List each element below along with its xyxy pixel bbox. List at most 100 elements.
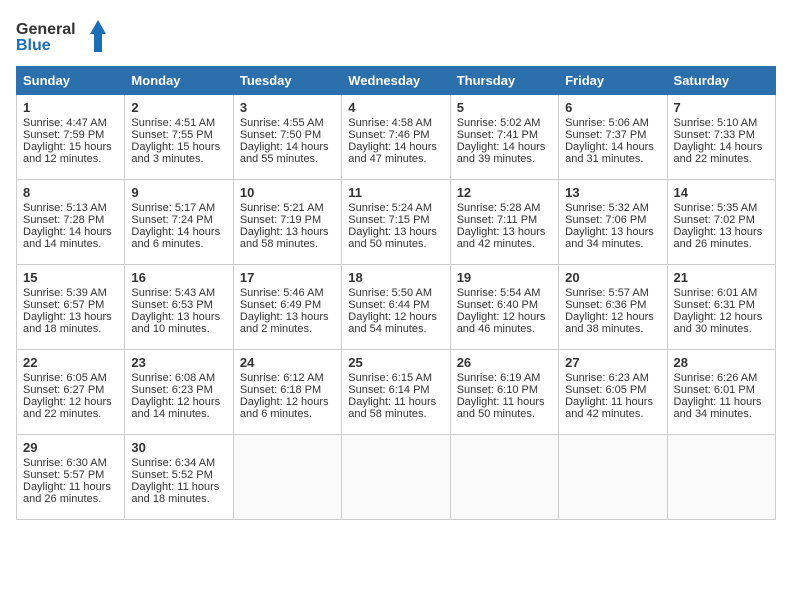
day-info: Sunset: 7:02 PM [674,214,769,226]
calendar-cell: 17Sunrise: 5:46 AMSunset: 6:49 PMDayligh… [233,265,341,350]
day-info: and 18 minutes. [131,493,226,505]
calendar-cell: 22Sunrise: 6:05 AMSunset: 6:27 PMDayligh… [17,350,125,435]
day-number: 22 [23,355,118,370]
day-number: 8 [23,185,118,200]
day-number: 1 [23,100,118,115]
day-info: Sunrise: 5:13 AM [23,202,118,214]
day-info: Sunrise: 5:54 AM [457,287,552,299]
day-info: Sunset: 7:41 PM [457,129,552,141]
day-number: 12 [457,185,552,200]
day-info: Sunrise: 4:55 AM [240,117,335,129]
day-number: 18 [348,270,443,285]
day-info: and 50 minutes. [348,238,443,250]
day-number: 5 [457,100,552,115]
day-info: Sunset: 7:19 PM [240,214,335,226]
day-info: Sunset: 6:57 PM [23,299,118,311]
day-info: Daylight: 15 hours [131,141,226,153]
day-info: Sunset: 6:53 PM [131,299,226,311]
day-info: Sunrise: 6:08 AM [131,372,226,384]
logo-icon: General Blue [16,16,106,56]
day-number: 25 [348,355,443,370]
day-info: Daylight: 12 hours [457,311,552,323]
day-number: 2 [131,100,226,115]
day-info: and 18 minutes. [23,323,118,335]
day-info: and 14 minutes. [23,238,118,250]
day-info: Sunrise: 6:12 AM [240,372,335,384]
day-info: Sunset: 7:11 PM [457,214,552,226]
day-info: Sunset: 7:28 PM [23,214,118,226]
calendar-cell: 21Sunrise: 6:01 AMSunset: 6:31 PMDayligh… [667,265,775,350]
day-number: 24 [240,355,335,370]
day-info: Daylight: 13 hours [240,226,335,238]
day-info: and 10 minutes. [131,323,226,335]
day-info: Daylight: 14 hours [348,141,443,153]
header-thursday: Thursday [450,67,558,95]
day-info: and 14 minutes. [131,408,226,420]
calendar-cell: 14Sunrise: 5:35 AMSunset: 7:02 PMDayligh… [667,180,775,265]
day-info: and 38 minutes. [565,323,660,335]
day-info: and 26 minutes. [674,238,769,250]
calendar-cell: 2Sunrise: 4:51 AMSunset: 7:55 PMDaylight… [125,95,233,180]
day-info: Daylight: 11 hours [674,396,769,408]
day-info: Daylight: 14 hours [674,141,769,153]
calendar-cell: 7Sunrise: 5:10 AMSunset: 7:33 PMDaylight… [667,95,775,180]
day-number: 13 [565,185,660,200]
calendar-cell [342,435,450,520]
svg-text:Blue: Blue [16,37,51,54]
calendar-cell: 3Sunrise: 4:55 AMSunset: 7:50 PMDaylight… [233,95,341,180]
day-info: Sunset: 6:31 PM [674,299,769,311]
day-info: Sunrise: 6:01 AM [674,287,769,299]
day-info: Sunrise: 6:30 AM [23,457,118,469]
day-info: Sunrise: 6:05 AM [23,372,118,384]
day-info: Sunrise: 6:23 AM [565,372,660,384]
day-info: and 26 minutes. [23,493,118,505]
calendar-cell: 20Sunrise: 5:57 AMSunset: 6:36 PMDayligh… [559,265,667,350]
day-number: 17 [240,270,335,285]
calendar-cell: 1Sunrise: 4:47 AMSunset: 7:59 PMDaylight… [17,95,125,180]
day-info: Sunset: 7:24 PM [131,214,226,226]
calendar-cell [233,435,341,520]
day-info: Sunset: 6:36 PM [565,299,660,311]
day-info: Sunrise: 6:26 AM [674,372,769,384]
day-number: 29 [23,440,118,455]
calendar-cell: 5Sunrise: 5:02 AMSunset: 7:41 PMDaylight… [450,95,558,180]
day-number: 27 [565,355,660,370]
day-info: and 22 minutes. [674,153,769,165]
day-info: and 47 minutes. [348,153,443,165]
day-info: Sunset: 7:37 PM [565,129,660,141]
day-info: Daylight: 13 hours [348,226,443,238]
day-info: and 12 minutes. [23,153,118,165]
day-info: Daylight: 11 hours [23,481,118,493]
day-number: 26 [457,355,552,370]
day-number: 20 [565,270,660,285]
calendar-cell: 13Sunrise: 5:32 AMSunset: 7:06 PMDayligh… [559,180,667,265]
day-info: Sunset: 6:44 PM [348,299,443,311]
day-number: 14 [674,185,769,200]
calendar-cell: 6Sunrise: 5:06 AMSunset: 7:37 PMDaylight… [559,95,667,180]
day-info: Daylight: 14 hours [240,141,335,153]
calendar-header-row: SundayMondayTuesdayWednesdayThursdayFrid… [17,67,776,95]
day-info: Daylight: 14 hours [457,141,552,153]
day-info: and 42 minutes. [565,408,660,420]
day-info: and 46 minutes. [457,323,552,335]
calendar-cell: 25Sunrise: 6:15 AMSunset: 6:14 PMDayligh… [342,350,450,435]
day-info: and 50 minutes. [457,408,552,420]
calendar-cell [450,435,558,520]
week-row-1: 1Sunrise: 4:47 AMSunset: 7:59 PMDaylight… [17,95,776,180]
day-info: and 34 minutes. [674,408,769,420]
day-info: Daylight: 13 hours [565,226,660,238]
day-info: Sunset: 7:06 PM [565,214,660,226]
day-info: Sunset: 7:59 PM [23,129,118,141]
calendar-cell: 15Sunrise: 5:39 AMSunset: 6:57 PMDayligh… [17,265,125,350]
day-info: Daylight: 11 hours [457,396,552,408]
day-info: Daylight: 12 hours [240,396,335,408]
day-info: Sunset: 6:18 PM [240,384,335,396]
day-info: and 54 minutes. [348,323,443,335]
day-info: and 31 minutes. [565,153,660,165]
day-info: and 6 minutes. [131,238,226,250]
day-info: Daylight: 12 hours [565,311,660,323]
calendar-cell: 10Sunrise: 5:21 AMSunset: 7:19 PMDayligh… [233,180,341,265]
day-info: Daylight: 13 hours [457,226,552,238]
day-info: Sunset: 6:23 PM [131,384,226,396]
day-info: Sunset: 5:52 PM [131,469,226,481]
